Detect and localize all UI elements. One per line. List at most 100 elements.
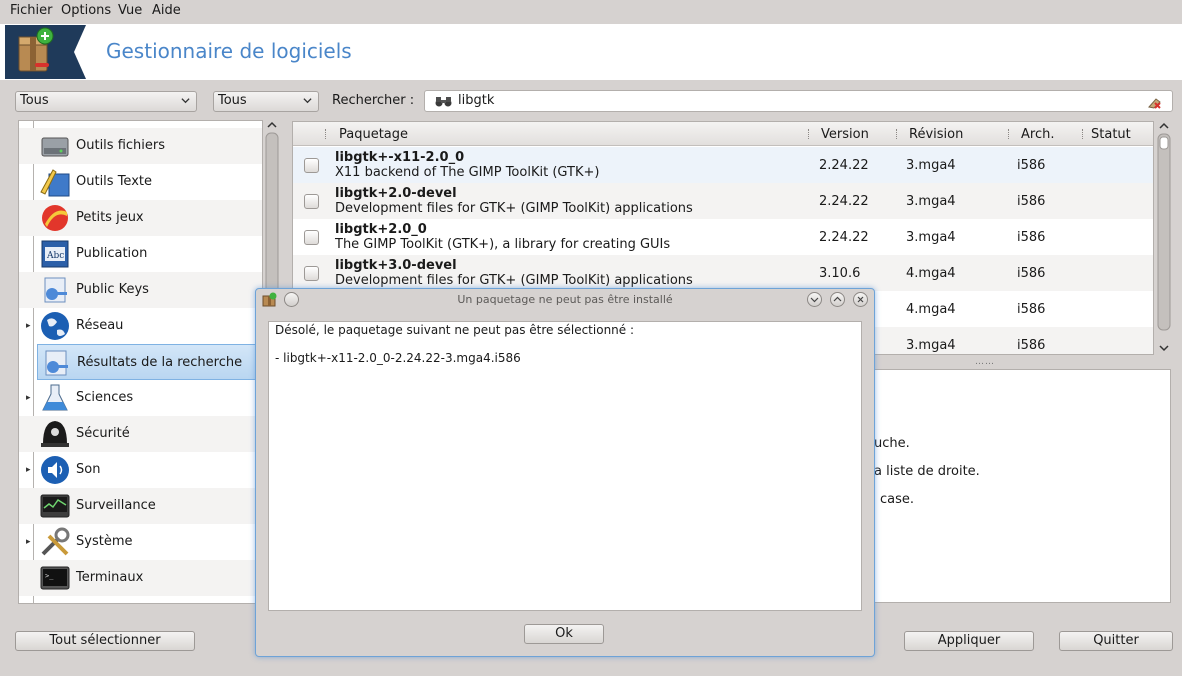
category-item-son[interactable]: ▸ Son <box>19 452 262 488</box>
select-all-button[interactable]: Tout sélectionner <box>15 631 195 651</box>
menu-fichier[interactable]: Fichier <box>10 3 53 18</box>
column-header-version[interactable]: Version <box>821 127 869 142</box>
category-label: Système <box>76 534 133 549</box>
package-arch: i586 <box>1017 230 1046 245</box>
category-label: Résultats de la recherche <box>77 355 243 370</box>
filter-combo-2[interactable]: Tous <box>213 91 319 112</box>
chevron-down-icon <box>303 98 312 104</box>
filter-combo-2-value: Tous <box>218 93 247 108</box>
package-description: X11 backend of The GIMP ToolKit (GTK+) <box>335 165 600 180</box>
package-checkbox[interactable] <box>304 230 319 245</box>
package-arch: i586 <box>1017 194 1046 209</box>
category-item-terminaux[interactable]: >_ Terminaux <box>19 560 262 596</box>
close-icon <box>857 296 864 303</box>
category-item-public-keys[interactable]: Public Keys <box>19 272 262 308</box>
table-row[interactable]: libgtk+3.0-devel Development files for G… <box>293 255 1153 291</box>
error-dialog: Un paquetage ne peut pas être installé D… <box>255 288 875 657</box>
package-description: Development files for GTK+ (GIMP ToolKit… <box>335 273 693 288</box>
package-release: 3.mga4 <box>906 338 956 353</box>
category-label: Sciences <box>76 390 134 405</box>
maximize-button[interactable] <box>830 292 845 307</box>
menu-aide[interactable]: Aide <box>152 3 181 18</box>
splitter-handle[interactable]: …… <box>975 357 995 367</box>
expander-icon[interactable]: ▸ <box>26 537 31 547</box>
column-header-arch[interactable]: Arch. <box>1021 127 1054 142</box>
package-checkbox[interactable] <box>304 266 319 281</box>
public-keys-icon <box>44 277 67 303</box>
apply-button[interactable]: Appliquer <box>904 631 1034 651</box>
category-label: Publication <box>76 246 148 261</box>
package-name: libgtk+2.0-devel <box>335 186 457 201</box>
package-release: 3.mga4 <box>906 230 956 245</box>
package-checkbox[interactable] <box>304 158 319 173</box>
header-banner: Gestionnaire de logiciels <box>0 24 1182 80</box>
dialog-message: Désolé, le paquetage suivant ne peut pas… <box>275 323 635 337</box>
category-item-sciences[interactable]: ▸ Sciences <box>19 380 262 416</box>
quit-button[interactable]: Quitter <box>1059 631 1173 651</box>
category-item-outils-texte[interactable]: Outils Texte <box>19 164 262 200</box>
category-item-partial[interactable] <box>19 120 263 121</box>
category-label: Outils fichiers <box>76 138 166 153</box>
category-label: Outils Texte <box>76 174 152 189</box>
package-release: 4.mga4 <box>906 266 956 281</box>
expander-icon[interactable]: ▸ <box>26 321 31 331</box>
package-scrollbar[interactable] <box>1156 121 1172 357</box>
search-input[interactable]: libgtk <box>424 90 1173 112</box>
package-name: libgtk+2.0_0 <box>335 222 427 237</box>
clear-search-icon[interactable] <box>1147 95 1162 109</box>
package-release: 4.mga4 <box>906 302 956 317</box>
scroll-up-icon <box>267 121 277 128</box>
dialog-titlebar[interactable]: Un paquetage ne peut pas être installé <box>256 289 874 311</box>
table-row[interactable]: libgtk+2.0_0 The GIMP ToolKit (GTK+), a … <box>293 219 1153 255</box>
package-name: libgtk+3.0-devel <box>335 258 457 273</box>
package-version: 2.24.22 <box>819 194 869 209</box>
category-item-systeme[interactable]: ▸ Système <box>19 524 262 560</box>
menu-vue[interactable]: Vue <box>118 3 142 18</box>
category-item-petits-jeux[interactable]: Petits jeux <box>19 200 262 236</box>
tools-icon <box>41 527 70 556</box>
column-header-status[interactable]: Statut <box>1091 127 1131 142</box>
column-header-name[interactable]: Paquetage <box>339 127 408 142</box>
book-abc-icon: Abc <box>41 240 69 268</box>
package-checkbox[interactable] <box>304 194 319 209</box>
dialog-message-area: Désolé, le paquetage suivant ne peut pas… <box>268 321 862 611</box>
harddisk-icon <box>41 137 69 157</box>
category-item-resultats-recherche[interactable]: Résultats de la recherche <box>37 344 262 380</box>
category-item-outils-fichiers[interactable]: Outils fichiers <box>19 128 262 164</box>
category-label: Surveillance <box>76 498 156 513</box>
info-text: a liste de droite. <box>874 464 980 479</box>
category-item-publication[interactable]: Abc Publication <box>19 236 262 272</box>
column-header-release[interactable]: Révision <box>909 127 963 142</box>
category-item-reseau[interactable]: ▸ Réseau <box>19 308 262 344</box>
expander-icon[interactable]: ▸ <box>26 465 31 475</box>
filter-combo-1[interactable]: Tous <box>15 91 197 112</box>
ok-button[interactable]: Ok <box>524 624 604 644</box>
table-row[interactable]: libgtk+2.0-devel Development files for G… <box>293 183 1153 219</box>
category-item-surveillance[interactable]: Surveillance <box>19 488 262 524</box>
dialog-package-name: - libgtk+-x11-2.0_0-2.24.22-3.mga4.i586 <box>275 351 521 365</box>
expander-icon[interactable]: ▸ <box>26 393 31 403</box>
menu-bar: Fichier Options Vue Aide <box>0 0 1182 24</box>
binoculars-icon <box>435 97 452 107</box>
app-title: Gestionnaire de logiciels <box>106 39 352 63</box>
table-row[interactable]: libgtk+-x11-2.0_0 X11 backend of The GIM… <box>293 147 1153 183</box>
close-button[interactable] <box>853 292 868 307</box>
minimize-button[interactable] <box>807 292 822 307</box>
chevron-down-icon <box>181 98 190 104</box>
table-header: Paquetage Version Révision Arch. Statut <box>293 122 1153 146</box>
package-version: 2.24.22 <box>819 158 869 173</box>
info-text: uche. <box>874 436 910 451</box>
package-arch: i586 <box>1017 266 1046 281</box>
speaker-icon <box>41 456 69 484</box>
package-name: libgtk+-x11-2.0_0 <box>335 150 465 165</box>
package-release: 3.mga4 <box>906 158 956 173</box>
package-description: Development files for GTK+ (GIMP ToolKit… <box>335 201 693 216</box>
package-description: The GIMP ToolKit (GTK+), a library for c… <box>335 237 671 252</box>
search-input-value: libgtk <box>458 93 495 108</box>
menu-options[interactable]: Options <box>61 3 111 18</box>
filter-combo-1-value: Tous <box>20 93 49 108</box>
scroll-up-icon <box>1159 122 1169 129</box>
category-label: Son <box>76 462 101 477</box>
category-list[interactable]: Outils fichiers Outils Texte Petits jeux… <box>18 120 263 604</box>
category-item-securite[interactable]: Sécurité <box>19 416 262 452</box>
